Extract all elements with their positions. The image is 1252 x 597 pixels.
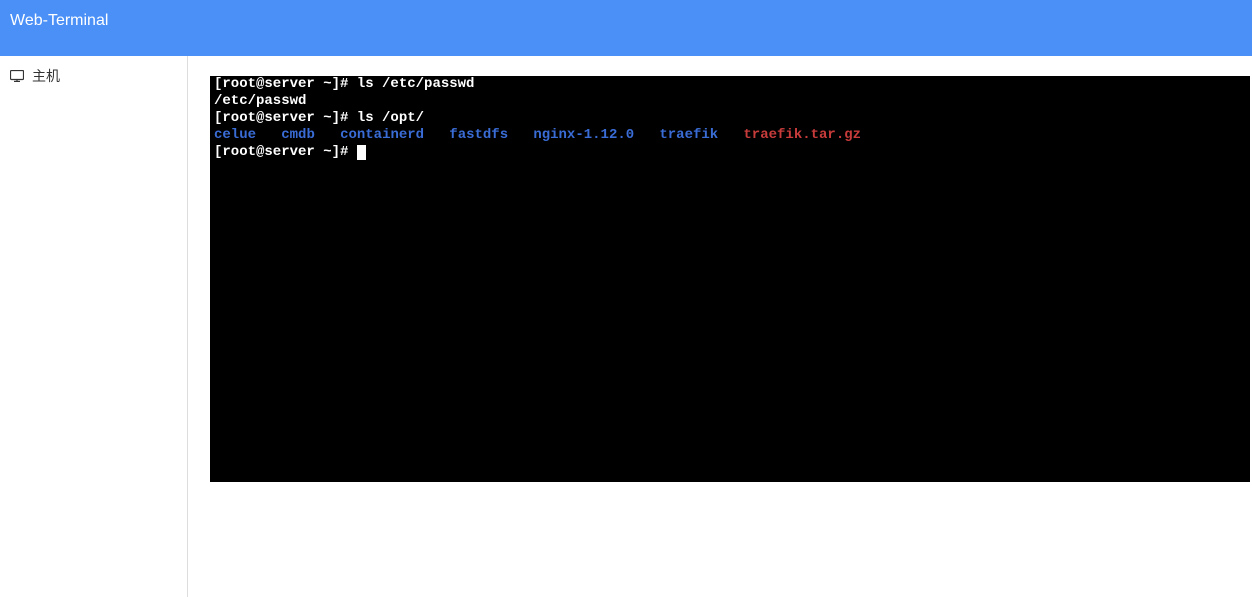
terminal-line-4: celue cmdb containerd fastdfs nginx-1.12… (214, 127, 1246, 144)
terminal-command: ls /etc/passwd (357, 76, 475, 92)
file-traefik-tar: traefik.tar.gz (743, 127, 861, 143)
dir-containerd: containerd (340, 127, 424, 143)
main-panel: [root@server ~]# ls /etc/passwd/etc/pass… (188, 56, 1252, 597)
terminal-line-1: [root@server ~]# ls /etc/passwd (214, 76, 1246, 93)
app-header: Web-Terminal (0, 0, 1252, 56)
sidebar: 主机 (0, 56, 188, 597)
terminal[interactable]: [root@server ~]# ls /etc/passwd/etc/pass… (210, 76, 1250, 482)
app-title: Web-Terminal (10, 12, 108, 30)
dir-fastdfs: fastdfs (449, 127, 508, 143)
terminal-prompt: [root@server ~]# (214, 144, 357, 160)
sidebar-item-host[interactable]: 主机 (0, 56, 187, 96)
dir-celue: celue (214, 127, 256, 143)
sidebar-item-label: 主机 (32, 66, 60, 86)
terminal-command: ls /opt/ (357, 110, 424, 126)
terminal-cursor (357, 145, 366, 160)
dir-nginx: nginx-1.12.0 (533, 127, 634, 143)
terminal-line-3: [root@server ~]# ls /opt/ (214, 110, 1246, 127)
terminal-output: /etc/passwd (214, 93, 306, 109)
dir-cmdb: cmdb (281, 127, 315, 143)
terminal-line-2: /etc/passwd (214, 93, 1246, 110)
dir-traefik: traefik (659, 127, 718, 143)
terminal-prompt: [root@server ~]# (214, 76, 357, 92)
terminal-line-5: [root@server ~]# (214, 144, 1246, 161)
content-area: 主机 [root@server ~]# ls /etc/passwd/etc/p… (0, 56, 1252, 597)
monitor-icon (10, 70, 24, 82)
terminal-prompt: [root@server ~]# (214, 110, 357, 126)
